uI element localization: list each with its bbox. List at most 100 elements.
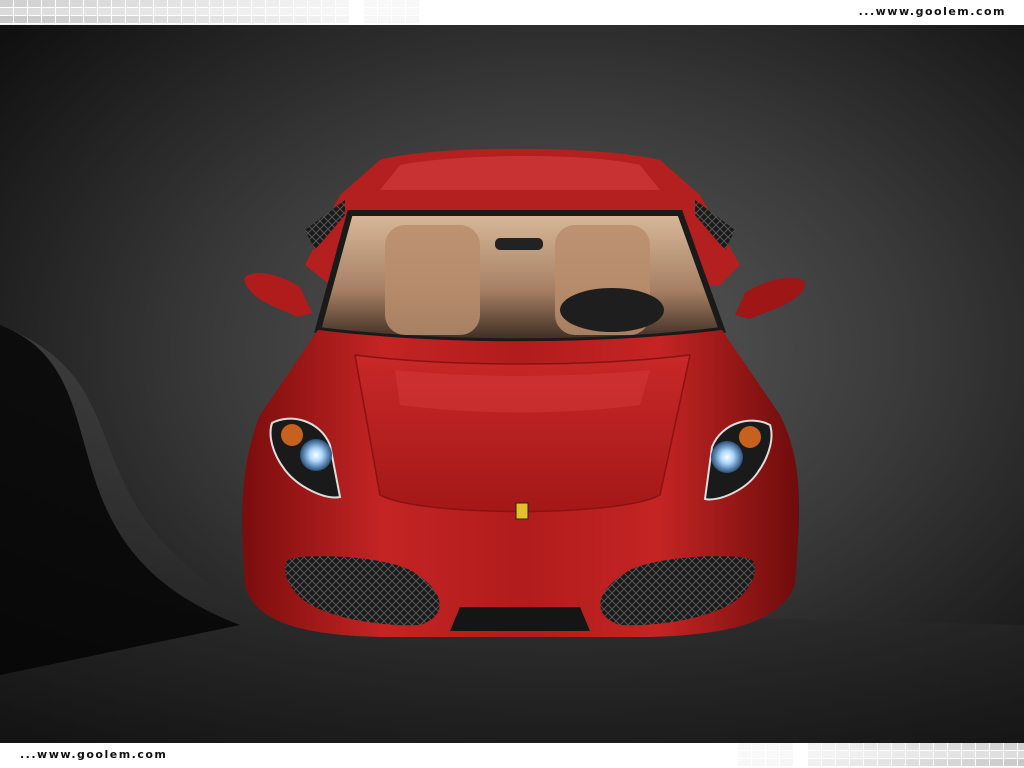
mosaic-tile: [378, 16, 391, 23]
mosaic-tile: [406, 8, 419, 15]
mosaic-tile: [976, 743, 989, 750]
mosaic-tile: [28, 8, 41, 15]
mosaic-tile: [70, 16, 83, 23]
mosaic-tile: [850, 743, 863, 750]
mosaic-tile: [84, 8, 97, 15]
mosaic-tile: [336, 8, 349, 15]
mosaic-tile: [252, 8, 265, 15]
mosaic-pattern-right: [738, 743, 1024, 768]
mosaic-tile: [0, 8, 13, 15]
mosaic-tile: [252, 16, 265, 23]
mosaic-tile: [808, 743, 821, 750]
mosaic-tile: [392, 8, 405, 15]
mosaic-tile: [906, 759, 919, 766]
mosaic-tile: [224, 0, 237, 7]
mosaic-tile: [392, 16, 405, 23]
mosaic-tile: [920, 751, 933, 758]
mosaic-tile: [738, 751, 751, 758]
mosaic-tile: [252, 0, 265, 7]
mosaic-tile: [906, 743, 919, 750]
mosaic-tile: [780, 759, 793, 766]
mosaic-tile: [766, 751, 779, 758]
mosaic-tile: [738, 743, 751, 750]
mosaic-tile: [836, 743, 849, 750]
mosaic-tile: [850, 751, 863, 758]
car-photo: [0, 25, 1024, 743]
mosaic-tile: [322, 16, 335, 23]
mosaic-tile: [962, 743, 975, 750]
badge: [515, 502, 529, 520]
mosaic-tile: [280, 8, 293, 15]
hood-highlight: [395, 370, 650, 413]
mosaic-tile: [836, 751, 849, 758]
mosaic-tile: [28, 0, 41, 7]
mosaic-tile: [126, 16, 139, 23]
mosaic-tile: [112, 0, 125, 7]
mosaic-tile: [934, 743, 947, 750]
mosaic-pattern-left: [0, 0, 419, 25]
mosaic-tile: [280, 16, 293, 23]
mosaic-tile: [406, 16, 419, 23]
rearview-mirror: [495, 238, 543, 250]
mosaic-tile: [70, 8, 83, 15]
mosaic-tile: [948, 743, 961, 750]
top-banner: ...www.goolem.com: [0, 0, 1024, 25]
mosaic-tile: [850, 759, 863, 766]
mosaic-tile: [364, 8, 377, 15]
mosaic-tile: [336, 16, 349, 23]
mosaic-tile: [378, 0, 391, 7]
mosaic-tile: [168, 8, 181, 15]
mosaic-tile: [70, 0, 83, 7]
mosaic-tile: [336, 0, 349, 7]
mosaic-tile: [892, 751, 905, 758]
mosaic-tile: [280, 0, 293, 7]
mosaic-tile: [780, 743, 793, 750]
mosaic-tile: [196, 16, 209, 23]
mosaic-tile: [934, 759, 947, 766]
mosaic-tile: [196, 8, 209, 15]
mosaic-tile: [56, 8, 69, 15]
mosaic-tile: [126, 0, 139, 7]
watermark-top: ...www.goolem.com: [858, 5, 1006, 18]
mosaic-tile: [752, 759, 765, 766]
left-seat: [385, 225, 480, 335]
mosaic-tile: [14, 0, 27, 7]
mosaic-tile: [822, 751, 835, 758]
mosaic-tile: [210, 0, 223, 7]
mosaic-tile: [294, 0, 307, 7]
mosaic-tile: [808, 759, 821, 766]
right-turn-lamp: [739, 426, 761, 448]
mosaic-tile: [238, 0, 251, 7]
mosaic-tile: [126, 8, 139, 15]
mosaic-tile: [892, 759, 905, 766]
mosaic-tile: [808, 751, 821, 758]
mosaic-tile: [168, 16, 181, 23]
mosaic-tile: [98, 8, 111, 15]
mosaic-tile: [224, 8, 237, 15]
mosaic-tile: [140, 16, 153, 23]
mosaic-tile: [294, 16, 307, 23]
mosaic-tile: [168, 0, 181, 7]
mosaic-tile: [84, 16, 97, 23]
mosaic-tile: [1018, 743, 1024, 750]
center-splitter: [450, 607, 590, 631]
mosaic-tile: [1004, 743, 1017, 750]
windshield: [314, 210, 727, 345]
mosaic-tile: [752, 743, 765, 750]
mosaic-tile: [14, 8, 27, 15]
mosaic-tile: [976, 751, 989, 758]
mosaic-tile: [28, 16, 41, 23]
steering-wheel: [560, 288, 664, 332]
mosaic-tile: [364, 0, 377, 7]
mosaic-tile: [112, 16, 125, 23]
mosaic-tile: [266, 8, 279, 15]
mosaic-tile: [0, 0, 13, 7]
mosaic-tile: [1004, 751, 1017, 758]
mosaic-tile: [878, 759, 891, 766]
mosaic-tile: [98, 0, 111, 7]
mosaic-tile: [976, 759, 989, 766]
mosaic-tile: [906, 751, 919, 758]
left-turn-lamp: [281, 424, 303, 446]
mosaic-tile: [42, 16, 55, 23]
mosaic-tile: [322, 0, 335, 7]
